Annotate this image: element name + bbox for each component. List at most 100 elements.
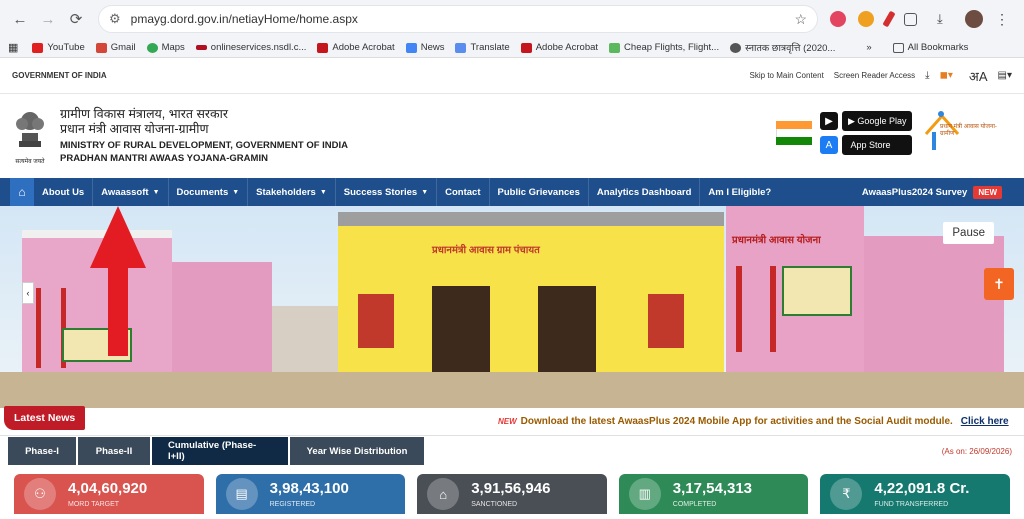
tab-year-wise[interactable]: Year Wise Distribution [290, 437, 424, 465]
emblem-icon [16, 112, 44, 147]
puzzle-icon[interactable] [904, 12, 917, 26]
avatar[interactable] [965, 10, 983, 28]
skip-to-main-link[interactable]: Skip to Main Content [750, 71, 824, 80]
stat-value: 4,04,60,920 [68, 480, 148, 497]
stat-label: REGISTERED [269, 501, 316, 508]
bookmark-acrobat-2[interactable]: Adobe Acrobat [520, 42, 598, 53]
bookmark-translate[interactable]: Translate [455, 42, 510, 53]
nav-stakeholders[interactable]: Stakeholders ▼ [248, 178, 336, 206]
carousel-prev-button[interactable]: ‹ [22, 282, 34, 304]
bookmark-youtube[interactable]: YouTube [32, 42, 85, 53]
accessibility-icon[interactable]: ✝ [984, 268, 1014, 300]
bookmark-nsdl[interactable]: onlineservices.nsdl.c... [195, 42, 306, 53]
gmail-icon [95, 42, 107, 53]
ministry-title-block: ग्रामीण विकास मंत्रालय, भारत सरकार प्रधा… [60, 107, 348, 165]
all-bookmarks[interactable]: All Bookmarks [892, 42, 968, 53]
maps-icon [146, 42, 158, 53]
bookmark-acrobat-1[interactable]: Adobe Acrobat [317, 42, 395, 53]
address-bar[interactable]: ⚙ pmayg.dord.gov.in/netiayHome/home.aspx… [98, 5, 818, 33]
stat-value: 3,98,43,100 [269, 480, 349, 497]
stat-label: SANCTIONED [471, 501, 518, 508]
site-info-icon[interactable]: ⚙ [109, 11, 121, 27]
latest-news-label: Latest News [4, 406, 86, 430]
app-store-icon[interactable]: A [820, 136, 838, 154]
play-store-icon[interactable]: ▶ [820, 112, 838, 130]
stat-card-fund[interactable]: ₹ 4,22,091.8 Cr. FUND TRANSFERRED [820, 474, 1010, 514]
extension-icon-1[interactable] [830, 11, 846, 27]
menu-kebab-icon[interactable]: ⋮ [995, 11, 1011, 27]
acrobat-icon [520, 42, 532, 53]
banner-wall-text: प्रधानमंत्री आवास ग्राम पंचायत [432, 245, 540, 256]
india-flag-icon [776, 121, 812, 145]
tab-cumulative[interactable]: Cumulative (Phase-I+II) [152, 437, 288, 465]
new-badge: NEW [973, 185, 1002, 199]
banner-house-center: प्रधानमंत्री आवास ग्राम पंचायत [338, 212, 724, 392]
bookmark-scholarship[interactable]: स्नातक छात्रवृत्ति (2020... [730, 41, 835, 54]
nav-awaassoft[interactable]: Awaassoft ▼ [93, 178, 169, 206]
extension-icon-3[interactable] [882, 10, 896, 28]
red-arrow-annotation [90, 206, 146, 356]
stat-card-registered[interactable]: ▤ 3,98,43,100 REGISTERED [215, 474, 406, 514]
bookmark-news[interactable]: News [405, 42, 444, 53]
nav-analytics-dashboard[interactable]: Analytics Dashboard [589, 178, 701, 206]
app-store-button[interactable]: App Store [842, 135, 912, 155]
pause-button[interactable]: Pause [943, 222, 994, 244]
house-icon: ⌂ [427, 478, 460, 510]
theme-icon[interactable]: ◼▾ [940, 70, 953, 81]
home-icon[interactable]: ⌂ [10, 178, 34, 206]
google-play-button[interactable]: ▶ Google Play [842, 111, 912, 131]
main-navigation: ⌂ About Us Awaassoft ▼ Documents ▼ Stakeho… [0, 178, 1024, 206]
stat-card-sanctioned[interactable]: ⌂ 3,91,56,946 SANCTIONED [417, 474, 607, 514]
text-size-icon[interactable]: ▤▾ [998, 70, 1012, 81]
nav-documents[interactable]: Documents ▼ [169, 178, 249, 206]
news-icon [405, 42, 417, 53]
sitemap-icon[interactable]: ⤓ [925, 70, 929, 81]
bookmark-star-icon[interactable]: ☆ [794, 11, 807, 28]
globe-icon [730, 42, 742, 53]
flights-icon [609, 42, 621, 53]
nav-success-stories[interactable]: Success Stories ▼ [336, 178, 438, 206]
phase-tabs: Phase-I Phase-II Cumulative (Phase-I+II)… [0, 436, 1024, 466]
survey-link[interactable]: AwaasPlus2024 Survey NEW [862, 185, 1002, 199]
banner-house-right: प्रधानमंत्री आवास योजना [726, 206, 864, 386]
reload-icon[interactable]: ⟳ [64, 7, 88, 31]
site-header: सत्यमेव जयते ग्रामीण विकास मंत्रालय, भार… [0, 94, 1024, 178]
as-on-date: (As on: 26/09/2026) [941, 446, 1012, 456]
folder-icon [892, 42, 904, 53]
nsdl-icon [195, 45, 207, 50]
tab-phase-2[interactable]: Phase-II [78, 437, 150, 465]
stat-card-completed[interactable]: ▥ 3,17,54,313 COMPLETED [618, 474, 809, 514]
national-emblem: सत्यमेव जयते [10, 103, 50, 169]
gov-of-india-label: GOVERNMENT OF INDIA [12, 71, 107, 80]
nav-public-grievances[interactable]: Public Grievances [490, 178, 589, 206]
nav-about-us[interactable]: About Us [34, 178, 94, 206]
bookmark-flights[interactable]: Cheap Flights, Flight... [609, 42, 719, 53]
ministry-hindi: ग्रामीण विकास मंत्रालय, भारत सरकार [60, 107, 228, 121]
language-icon[interactable]: अA [969, 67, 988, 85]
pmayg-logo: प्रधान मंत्री आवास योजना-ग्रामीण [922, 108, 1006, 158]
screen-reader-link[interactable]: Screen Reader Access [834, 71, 915, 80]
forward-icon[interactable]: → [36, 7, 60, 31]
logo-caption: प्रधान मंत्री आवास योजना-ग्रामीण [940, 124, 997, 137]
apps-grid-icon[interactable]: ▦ [8, 41, 18, 54]
bookmark-gmail[interactable]: Gmail [95, 42, 136, 53]
bookmark-maps[interactable]: Maps [146, 42, 185, 53]
scheme-english: PRADHAN MANTRI AWAAS YOJANA-GRAMIN [60, 153, 268, 164]
nav-am-i-eligible[interactable]: Am I Eligible? [700, 178, 779, 206]
news-click-here-link[interactable]: Click here [961, 416, 1009, 427]
nav-contact[interactable]: Contact [437, 178, 490, 206]
stat-value: 3,17,54,313 [672, 480, 753, 497]
building-icon: ▥ [628, 478, 661, 510]
extension-icon-2[interactable] [858, 11, 874, 27]
stat-value: 4,22,091.8 Cr. [874, 480, 970, 497]
youtube-icon [32, 42, 44, 53]
download-icon[interactable]: ⤓ [937, 11, 953, 27]
document-icon: ▤ [225, 478, 258, 510]
stat-card-target[interactable]: ⚇ 4,04,60,920 MORD TARGET [14, 474, 204, 514]
stat-cards: ⚇ 4,04,60,920 MORD TARGET ▤ 3,98,43,100 RE… [0, 466, 1024, 514]
back-icon[interactable]: ← [8, 7, 32, 31]
bookmarks-bar: ▦ YouTube Gmail Maps onlineservices.nsdl… [0, 38, 1024, 58]
tab-phase-1[interactable]: Phase-I [8, 437, 76, 465]
bookmarks-overflow[interactable]: » [866, 42, 871, 53]
emblem-caption: सत्यमेव जयते [15, 159, 45, 165]
